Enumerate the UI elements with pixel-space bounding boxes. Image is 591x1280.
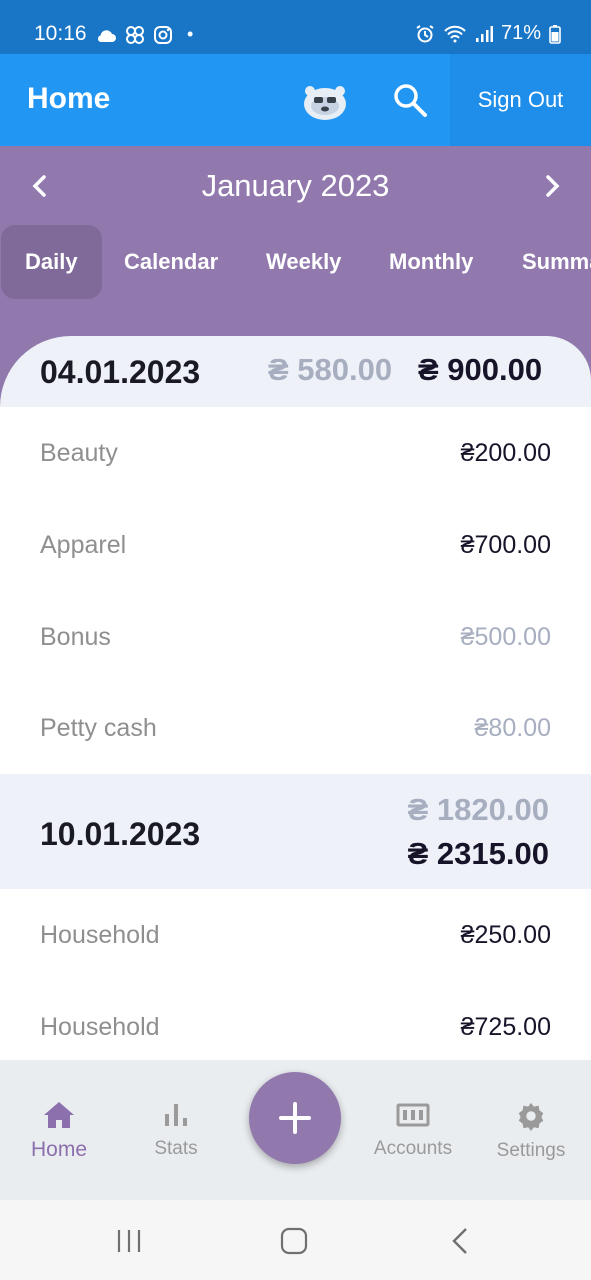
status-bar: 10:16 • 71% [0, 0, 591, 54]
day-date: 10.01.2023 [40, 816, 201, 852]
system-navigation-bar [0, 1200, 591, 1280]
entry-category: Apparel [40, 531, 127, 559]
nav-settings[interactable]: Settings [476, 1100, 586, 1162]
list-item[interactable]: Petty cash ₴80.00 [0, 682, 591, 774]
list-item[interactable]: Bonus ₴500.00 [0, 591, 591, 683]
list-item[interactable]: Beauty ₴200.00 [0, 407, 591, 499]
nav-home-label: Home [30, 1138, 88, 1161]
day-expense-total: ₴ 900.00 [418, 352, 543, 387]
add-transaction-button[interactable] [249, 1072, 341, 1164]
back-icon[interactable] [446, 1226, 476, 1256]
stats-icon [165, 1104, 187, 1126]
home-system-icon[interactable] [279, 1226, 309, 1256]
gear-icon [518, 1102, 544, 1132]
day-date: 04.01.2023 [40, 354, 201, 390]
entry-category: Household [40, 1013, 160, 1041]
entry-amount: ₴250.00 [460, 921, 551, 949]
alarm-icon [416, 24, 434, 42]
tab-weekly[interactable]: Weekly [266, 225, 341, 299]
wifi-icon [444, 25, 466, 42]
entry-category: Household [40, 921, 160, 949]
pinwheel-icon [126, 25, 144, 44]
tab-daily[interactable]: Daily [1, 225, 102, 299]
day-header: 10.01.2023 ₴ 1820.00 ₴ 2315.00 [0, 774, 591, 889]
entry-category: Petty cash [40, 714, 157, 742]
nav-accounts[interactable]: Accounts [358, 1100, 468, 1160]
view-tabs: Daily Calendar Weekly Monthly Summa [0, 225, 591, 299]
battery-percent: 71% [500, 22, 541, 44]
bottom-navigation: Home Stats Accounts Settings [0, 1060, 591, 1200]
nav-home[interactable]: Home [4, 1100, 114, 1162]
entry-category: Beauty [40, 439, 118, 467]
status-time: 10:16 [34, 22, 87, 45]
home-icon [44, 1102, 74, 1128]
nav-settings-label: Settings [496, 1140, 566, 1161]
entry-amount: ₴725.00 [460, 1013, 551, 1041]
app-bar: Home Sign Out [0, 54, 591, 146]
entry-amount: ₴500.00 [460, 623, 551, 651]
tab-summary[interactable]: Summa [522, 225, 591, 299]
signal-icon [475, 25, 493, 42]
nav-stats-label: Stats [154, 1138, 198, 1159]
nav-accounts-label: Accounts [373, 1138, 453, 1159]
search-icon[interactable] [390, 80, 430, 120]
cloud-icon [97, 29, 116, 42]
day-expense-total: ₴ 2315.00 [407, 836, 549, 871]
day-income-total: ₴ 1820.00 [407, 792, 549, 827]
sign-out-button[interactable]: Sign Out [450, 54, 591, 146]
accounts-icon [396, 1103, 430, 1127]
tab-calendar[interactable]: Calendar [124, 225, 218, 299]
entry-amount: ₴200.00 [460, 439, 551, 467]
page-title: Home [27, 82, 111, 115]
mascot-icon[interactable] [302, 78, 348, 124]
entry-amount: ₴80.00 [474, 714, 551, 742]
day-header: 04.01.2023 ₴ 580.00 ₴ 900.00 [0, 336, 591, 407]
battery-icon [549, 24, 561, 44]
status-dot: • [187, 24, 194, 44]
nav-stats[interactable]: Stats [121, 1100, 231, 1160]
list-item[interactable]: Household ₴250.00 [0, 889, 591, 981]
month-label: January 2023 [201, 168, 390, 203]
entry-amount: ₴700.00 [460, 531, 551, 559]
recent-apps-icon[interactable] [114, 1226, 144, 1256]
tab-monthly[interactable]: Monthly [389, 225, 473, 299]
day-income-total: ₴ 580.00 [268, 352, 393, 387]
instagram-icon [154, 25, 172, 44]
plus-icon [279, 1102, 311, 1134]
entry-category: Bonus [40, 623, 111, 651]
chevron-right-icon[interactable] [538, 172, 566, 200]
list-item[interactable]: Apparel ₴700.00 [0, 499, 591, 591]
